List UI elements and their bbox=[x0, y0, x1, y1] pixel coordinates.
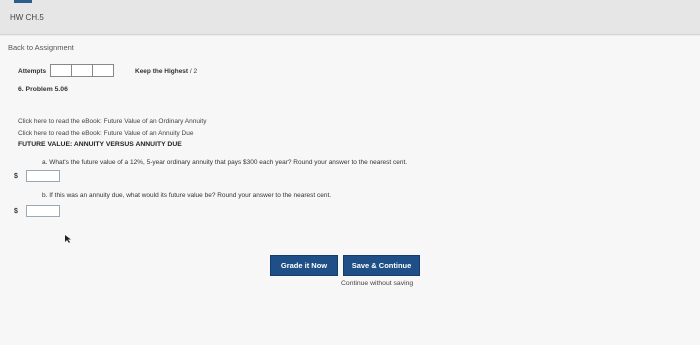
attempt-box bbox=[92, 64, 114, 77]
save-and-continue-button[interactable]: Save & Continue bbox=[343, 255, 420, 276]
ebook-link-ordinary-annuity[interactable]: Click here to read the eBook: Future Val… bbox=[18, 118, 206, 125]
attempt-boxes bbox=[50, 64, 114, 77]
currency-symbol-b: $ bbox=[14, 208, 18, 215]
mouse-pointer-icon bbox=[65, 235, 71, 243]
keep-highest-value: / 2 bbox=[189, 68, 198, 75]
attempt-box bbox=[71, 64, 93, 77]
keep-highest-label: Keep the Highest / 2 bbox=[135, 68, 197, 75]
attempt-box bbox=[50, 64, 72, 77]
continue-without-saving-link[interactable]: Continue without saving bbox=[341, 280, 413, 287]
problem-title: 6. Problem 5.06 bbox=[18, 86, 68, 93]
assignment-content: Back to Assignment Attempts Keep the Hig… bbox=[0, 36, 700, 345]
back-to-assignment-link[interactable]: Back to Assignment bbox=[8, 43, 74, 52]
answer-a-input[interactable] bbox=[26, 170, 60, 182]
attempts-label: Attempts bbox=[18, 68, 47, 75]
top-accent-bar bbox=[14, 0, 32, 3]
keep-highest-text: Keep the Highest bbox=[135, 68, 189, 75]
page-title: HW CH.5 bbox=[10, 13, 44, 22]
grade-it-now-button[interactable]: Grade it Now bbox=[270, 255, 338, 276]
top-bar: HW CH.5 bbox=[0, 0, 700, 35]
question-a-text: a. What's the future value of a 12%, 5-y… bbox=[42, 159, 408, 166]
currency-symbol-a: $ bbox=[14, 173, 18, 180]
question-b-text: b. If this was an annuity due, what woul… bbox=[42, 192, 332, 199]
answer-b-input[interactable] bbox=[26, 205, 60, 217]
section-heading: FUTURE VALUE: ANNUITY VERSUS ANNUITY DUE bbox=[18, 141, 182, 148]
ebook-link-annuity-due[interactable]: Click here to read the eBook: Future Val… bbox=[18, 130, 193, 137]
